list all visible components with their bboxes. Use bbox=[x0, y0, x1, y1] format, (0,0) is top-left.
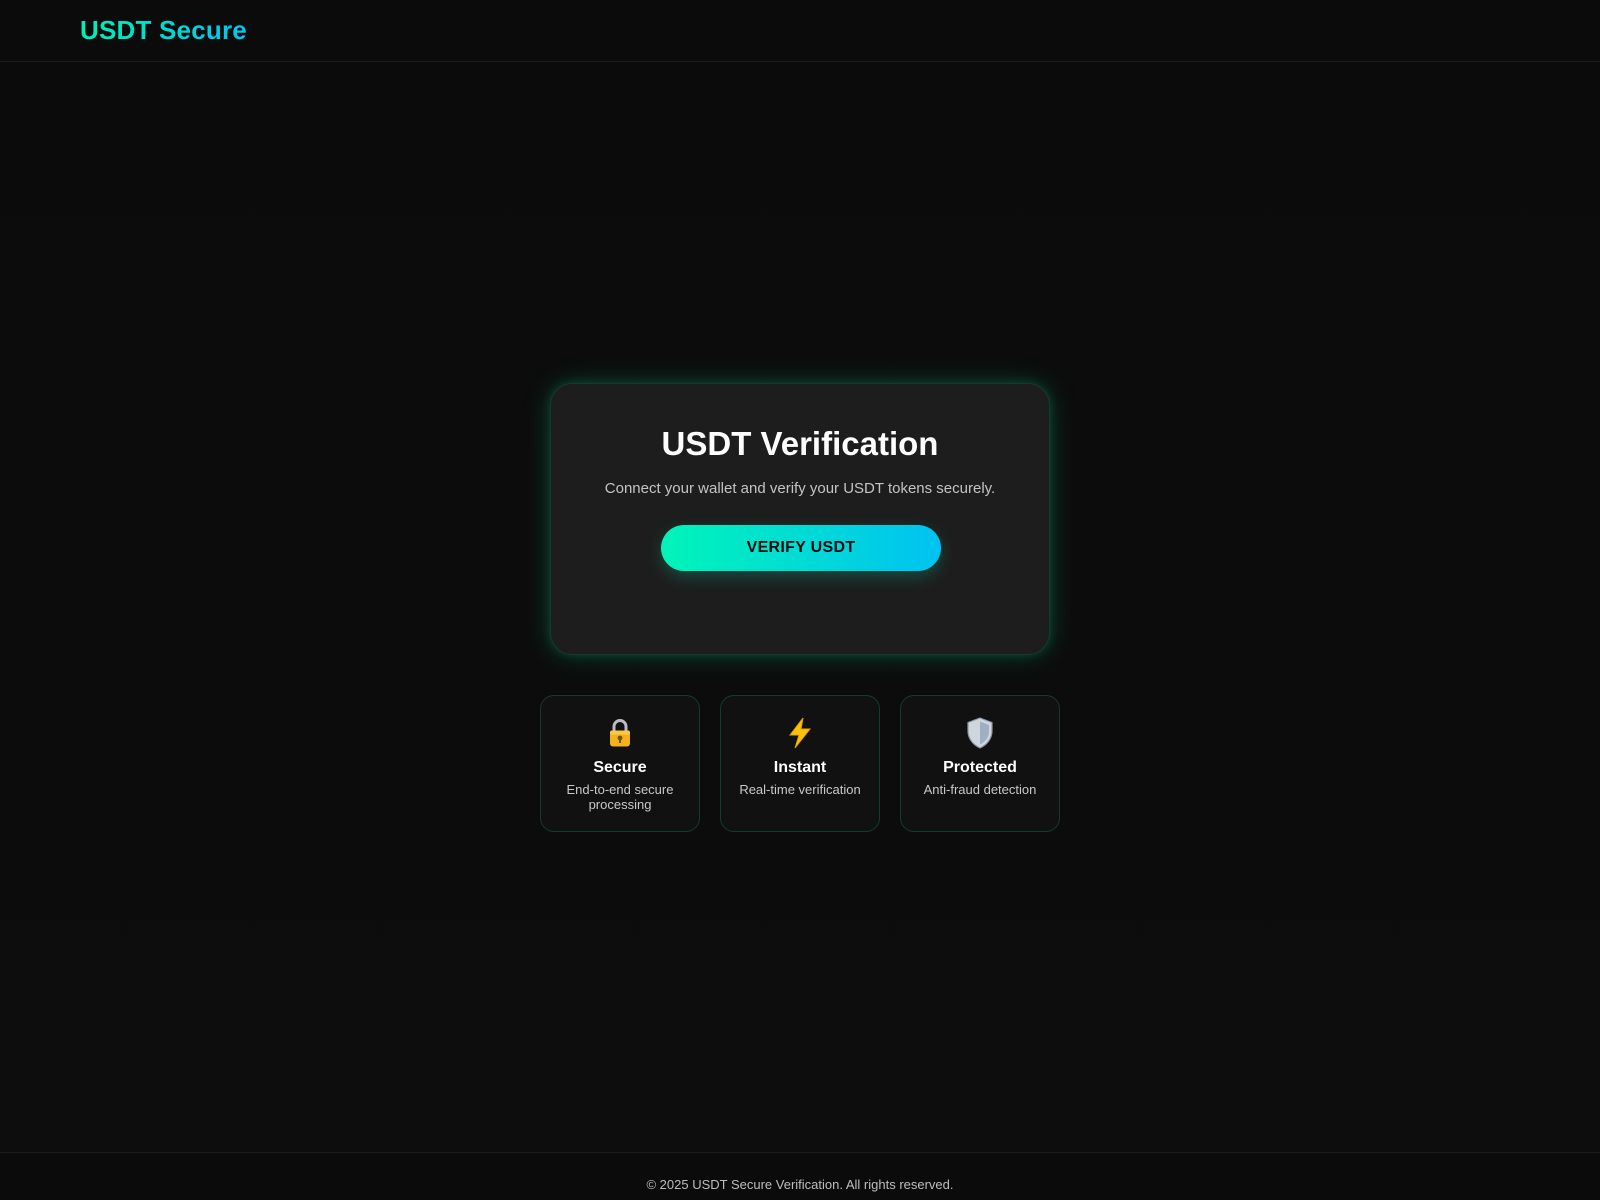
feature-title: Protected bbox=[943, 759, 1017, 776]
lightning-icon bbox=[721, 716, 879, 758]
feature-card-secure: Secure End-to-end secure processing bbox=[540, 695, 700, 832]
page-footer: © 2025 USDT Secure Verification. All rig… bbox=[0, 1152, 1600, 1200]
lock-icon bbox=[541, 716, 699, 758]
shield-icon bbox=[901, 716, 1059, 758]
feature-description: Real-time verification bbox=[739, 782, 861, 797]
feature-description: End-to-end secure processing bbox=[566, 782, 674, 812]
feature-title: Instant bbox=[773, 759, 827, 776]
card-title: USDT Verification bbox=[661, 425, 939, 462]
brand-logo[interactable]: USDT Secure bbox=[80, 14, 247, 46]
feature-list: Secure End-to-end secure processing Inst… bbox=[540, 695, 1060, 832]
top-header: USDT Secure bbox=[0, 0, 1600, 62]
feature-card-protected: Protected Anti-fraud detection bbox=[900, 695, 1060, 832]
page: USDT Secure USDT Verification Connect yo… bbox=[0, 0, 1600, 1200]
feature-title: Secure bbox=[593, 759, 647, 776]
feature-card-instant: Instant Real-time verification bbox=[720, 695, 880, 832]
copyright-text: © 2025 USDT Secure Verification. All rig… bbox=[646, 1177, 954, 1192]
verification-card: USDT Verification Connect your wallet an… bbox=[550, 383, 1050, 655]
verify-usdt-button[interactable]: VERIFY USDT bbox=[661, 525, 941, 571]
card-subtitle: Connect your wallet and verify your USDT… bbox=[604, 480, 996, 497]
feature-description: Anti-fraud detection bbox=[923, 782, 1037, 797]
